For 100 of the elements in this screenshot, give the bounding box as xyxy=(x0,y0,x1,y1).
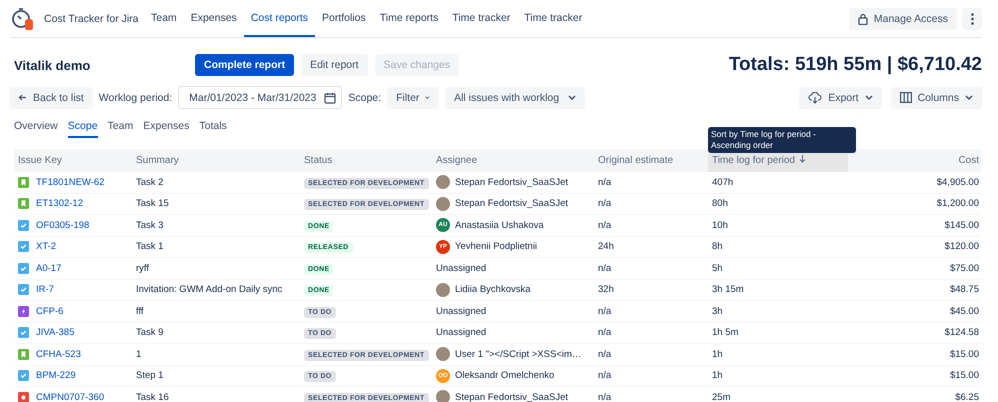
issue-type-icon xyxy=(18,327,29,338)
issue-key-link[interactable]: XT-2 xyxy=(36,241,56,252)
sort-arrow-icon xyxy=(799,155,806,163)
sort-tooltip: Sort by Time log for period - Ascending order xyxy=(708,127,856,154)
cost-text: $45.00 xyxy=(950,306,979,317)
totals-text: Totals: 519h 55m | $6,710.42 xyxy=(728,54,982,76)
columns-button[interactable]: Columns xyxy=(890,86,982,108)
estimate-text: n/a xyxy=(598,262,612,274)
time-log-text: 3h 15m xyxy=(712,284,744,296)
issue-type-icon xyxy=(18,370,29,382)
report-tab[interactable]: Overview xyxy=(14,120,58,138)
summary-text: 1 xyxy=(136,348,142,360)
scope-label: Scope: xyxy=(348,92,382,104)
lock-icon xyxy=(858,12,868,24)
assignee-name: Oleksandr Omelchenko xyxy=(455,370,554,382)
column-header[interactable]: Cost xyxy=(848,149,981,172)
more-icon xyxy=(970,12,974,24)
summary-text: Task 9 xyxy=(136,327,164,338)
cost-text: $120.00 xyxy=(944,241,979,252)
cost-text: $1,200.00 xyxy=(936,198,979,210)
cost-text: $6.25 xyxy=(955,392,979,402)
report-tab[interactable]: Team xyxy=(108,120,134,138)
scope-dropdown[interactable]: Filter xyxy=(387,86,440,108)
column-header[interactable]: Original estimate xyxy=(594,149,708,172)
nav-tab[interactable]: Time reports xyxy=(372,0,446,37)
time-log-text: 5h xyxy=(712,262,723,274)
chevron-down-icon xyxy=(864,95,873,100)
cost-text: $75.00 xyxy=(950,262,979,274)
cost-text: $15.00 xyxy=(950,370,979,382)
issues-dropdown[interactable]: All issues with worklog xyxy=(445,86,586,108)
cost-text: $145.00 xyxy=(944,220,979,231)
left-arrow-icon xyxy=(18,94,27,101)
column-header[interactable]: Issue Key xyxy=(14,149,132,172)
cost-text: $48.75 xyxy=(950,284,979,296)
assignee-name: Anastasiia Ushakova xyxy=(455,220,544,231)
column-header[interactable]: Summary xyxy=(132,149,300,172)
estimate-text: n/a xyxy=(598,370,612,382)
report-action-button[interactable]: Edit report xyxy=(301,54,368,76)
issue-key-link[interactable]: IR-7 xyxy=(36,284,54,296)
nav-tab[interactable]: Portfolios xyxy=(315,0,373,37)
issue-type-icon xyxy=(18,262,29,274)
issue-key-link[interactable]: A0-17 xyxy=(36,262,62,274)
date-range-field[interactable]: Mar/01/2023 - Mar/31/2023 xyxy=(178,86,342,109)
report-tab[interactable]: Scope xyxy=(68,120,98,138)
summary-text: Task 3 xyxy=(136,220,164,231)
chevron-down-icon xyxy=(965,95,973,100)
cloud-download-icon xyxy=(808,92,822,104)
assignee-name: Unassigned xyxy=(436,262,486,274)
avatar-photo-placeholder xyxy=(436,175,450,190)
nav-tab[interactable]: Cost reports xyxy=(244,0,315,37)
report-tab[interactable]: Totals xyxy=(199,120,227,138)
issue-key-link[interactable]: JIVA-385 xyxy=(36,327,74,338)
assignee-name: Unassigned xyxy=(436,306,486,317)
report-action-button[interactable]: Complete report xyxy=(195,54,294,76)
estimate-text: n/a xyxy=(598,327,612,338)
report-tab[interactable]: Expenses xyxy=(143,120,190,138)
assignee-name: User 1 "></SCript >XSS<im… xyxy=(455,348,582,360)
back-button[interactable]: Back to list xyxy=(9,86,93,108)
column-header[interactable]: Status xyxy=(300,149,432,172)
nav-tab[interactable]: Expenses xyxy=(184,0,244,37)
time-log-text: 3h xyxy=(712,306,723,317)
stopwatch-money-icon xyxy=(10,6,36,32)
chevron-down-icon xyxy=(568,95,576,100)
manage-access-button[interactable]: Manage Access xyxy=(848,8,957,30)
issue-key-link[interactable]: TF1801NEW-62 xyxy=(36,176,104,188)
time-log-text: 1h 5m xyxy=(712,327,738,338)
columns-icon xyxy=(900,92,912,103)
assignee-name: Unassigned xyxy=(436,327,486,338)
issue-key-link[interactable]: ET1302-12 xyxy=(36,198,84,210)
time-log-text: 8h xyxy=(712,241,723,252)
time-log-text: 1h xyxy=(712,370,723,382)
estimate-text: n/a xyxy=(598,220,612,231)
issue-type-icon xyxy=(18,306,29,317)
period-label: Worklog period: xyxy=(98,92,172,104)
issue-type-icon xyxy=(18,241,29,252)
issue-key-link[interactable]: BPM-229 xyxy=(36,370,76,382)
summary-text: Task 15 xyxy=(136,198,169,210)
more-menu-button[interactable] xyxy=(962,8,982,30)
summary-text: Task 2 xyxy=(136,176,164,188)
assignee-name: Yevhenii Podplietnii xyxy=(455,241,538,252)
issue-key-link[interactable]: CMPN0707-360 xyxy=(36,392,104,402)
issue-key-link[interactable]: OF0305-198 xyxy=(36,220,90,231)
issue-type-icon xyxy=(18,220,29,231)
calendar-icon xyxy=(324,92,336,104)
chevron-down-icon xyxy=(425,95,430,100)
nav-tab[interactable]: Team xyxy=(144,0,184,37)
time-log-text: 1h xyxy=(712,348,723,360)
export-button[interactable]: Export xyxy=(799,86,882,108)
nav-tab[interactable]: Time tracker xyxy=(517,0,590,37)
assignee-name: Stepan Fedortsiv_SaaSJet xyxy=(455,392,568,402)
issue-key-link[interactable]: CFP-6 xyxy=(36,306,64,317)
assignee-name: Lidiia Bychkovska xyxy=(455,284,531,296)
estimate-text: n/a xyxy=(598,198,612,210)
cost-text: $124.58 xyxy=(944,327,979,338)
issue-key-link[interactable]: CFHA-523 xyxy=(36,348,81,360)
column-header[interactable]: Assignee xyxy=(432,149,594,172)
nav-tab[interactable]: Time tracker xyxy=(445,0,518,37)
time-log-text: 25m xyxy=(712,392,730,402)
summary-text: fff xyxy=(136,306,144,317)
summary-text: Invitation: GWM Add-on Daily sync xyxy=(136,284,282,296)
